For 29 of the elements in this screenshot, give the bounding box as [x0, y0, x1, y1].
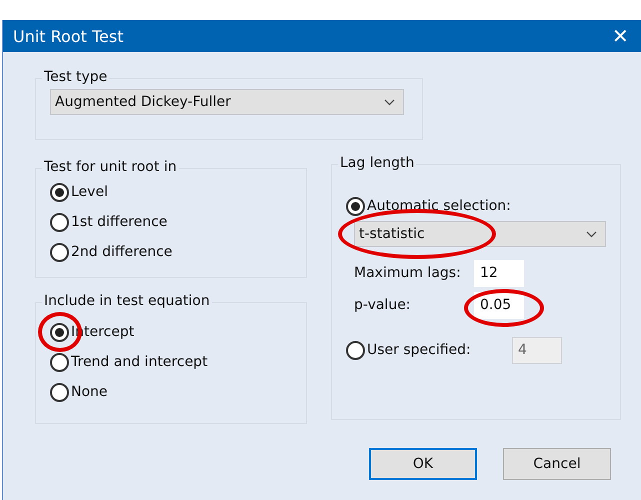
radio-button[interactable]: [50, 212, 69, 232]
radio-button[interactable]: [50, 182, 69, 202]
radio-button[interactable]: [50, 322, 69, 342]
option-label: 1st difference: [71, 214, 168, 230]
radio-button[interactable]: [50, 242, 69, 262]
group-label: Include in test equation: [42, 293, 212, 309]
close-button[interactable]: ✕: [612, 24, 629, 48]
number-field[interactable]: 12: [474, 260, 524, 286]
caret-icon: [586, 230, 597, 238]
group-label: Test type: [42, 69, 110, 85]
radio-button[interactable]: [346, 196, 365, 216]
option-label: Trend and intercept: [71, 354, 208, 370]
test-type-dropdown[interactable]: Augmented Dickey-Fuller: [50, 89, 404, 115]
number-field[interactable]: 0.05: [474, 292, 524, 318]
option-label: None: [71, 384, 108, 400]
window-title: Unit Root Test: [13, 26, 124, 46]
caret-icon: [384, 98, 395, 106]
field-label: Maximum lags:: [353, 265, 462, 281]
radio-button[interactable]: [50, 352, 69, 372]
field-label: p-value:: [353, 297, 412, 313]
criterion-dropdown[interactable]: t-statistic: [354, 221, 606, 247]
option-label: Level: [71, 184, 108, 200]
group-label: Lag length: [338, 155, 416, 171]
radio-button[interactable]: [50, 382, 69, 402]
dialog-button[interactable]: Cancel: [503, 448, 611, 480]
option-label: 2nd difference: [71, 244, 172, 260]
option-label: User specified:: [367, 342, 471, 358]
option-label: Automatic selection:: [367, 198, 511, 214]
dialog-button[interactable]: OK: [369, 448, 477, 480]
